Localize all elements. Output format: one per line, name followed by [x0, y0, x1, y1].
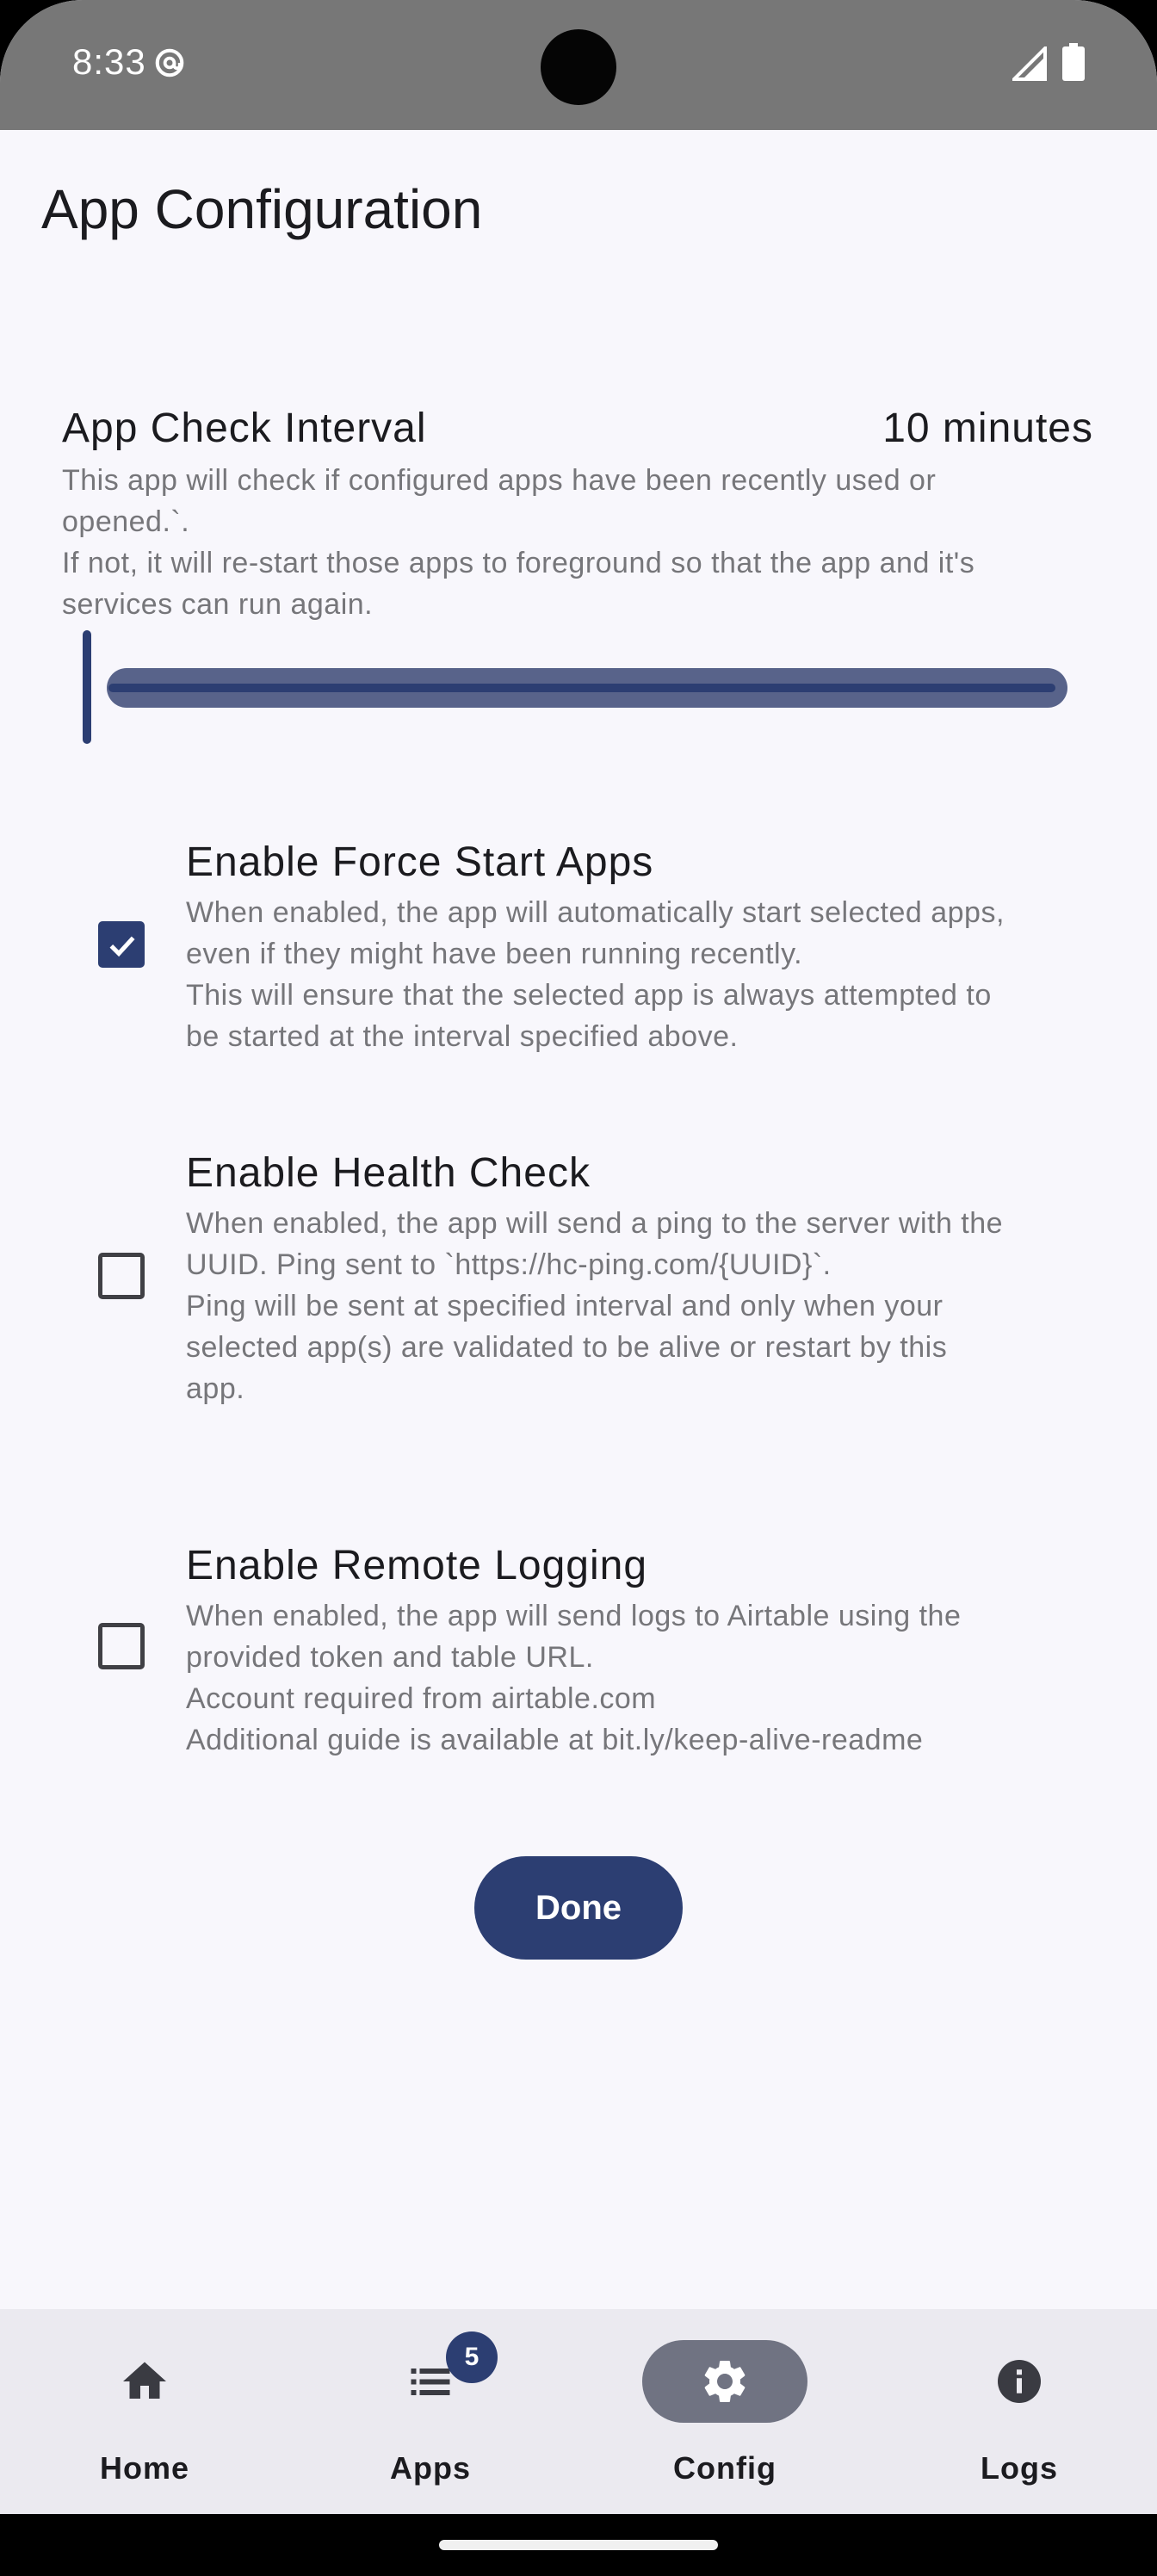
description-line: If not, it will re-start those apps to f…	[62, 547, 975, 579]
at-sign-icon	[155, 48, 184, 77]
option-title: Enable Remote Logging	[186, 1543, 648, 1588]
description-line: Additional guide is available at bit.ly/…	[186, 1724, 924, 1756]
nav-label: Home	[99, 2450, 190, 2486]
nav-label: Logs	[981, 2450, 1058, 2486]
interval-slider[interactable]	[83, 630, 1073, 747]
description-line: When enabled, the app will automatically…	[186, 896, 1005, 929]
option-description: When enabled, the app will automatically…	[186, 892, 1142, 1057]
apps-count-badge: 5	[446, 2331, 498, 2383]
status-time: 8:33	[72, 41, 146, 82]
page-title: App Configuration	[41, 178, 483, 240]
status-bar: 8:33	[0, 0, 1157, 130]
interval-title: App Check Interval	[62, 406, 427, 451]
nav-item-config[interactable]: Config	[580, 2309, 869, 2514]
option-description: When enabled, the app will send logs to …	[186, 1595, 1142, 1761]
nav-label: Config	[673, 2450, 776, 2486]
description-line: Account required from airtable.com	[186, 1682, 657, 1715]
description-line: selected app(s) are validated to be aliv…	[186, 1331, 948, 1364]
description-line: This will ensure that the selected app i…	[186, 979, 992, 1012]
bottom-navigation: Home 5 Apps Config Logs	[0, 2309, 1157, 2514]
description-line: be started at the interval specified abo…	[186, 1020, 739, 1053]
description-line: When enabled, the app will send a ping t…	[186, 1207, 1004, 1240]
done-button[interactable]: Done	[474, 1856, 683, 1960]
force-start-checkbox[interactable]	[98, 921, 145, 968]
description-line: app.	[186, 1372, 245, 1405]
option-title: Enable Force Start Apps	[186, 839, 654, 885]
home-indicator[interactable]	[439, 2540, 718, 2550]
camera-cutout	[541, 29, 616, 105]
option-description: When enabled, the app will send a ping t…	[186, 1203, 1142, 1409]
description-line: provided token and table URL.	[186, 1641, 594, 1674]
description-line: When enabled, the app will send logs to …	[186, 1600, 962, 1632]
nav-item-apps[interactable]: 5 Apps	[286, 2309, 575, 2514]
description-line: UUID. Ping sent to `https://hc-ping.com/…	[186, 1248, 832, 1281]
battery-icon	[1062, 43, 1085, 81]
remote-logging-checkbox[interactable]	[98, 1623, 145, 1669]
health-check-checkbox[interactable]	[98, 1253, 145, 1299]
interval-value: 10 minutes	[882, 406, 1093, 451]
home-icon	[123, 2362, 166, 2399]
signal-icon	[1012, 46, 1047, 81]
app-screen: 8:33 App Configuration App Check Interva…	[0, 0, 1157, 2576]
description-line: Ping will be sent at specified interval …	[186, 1290, 944, 1322]
option-title: Enable Health Check	[186, 1150, 591, 1196]
nav-item-logs[interactable]: Logs	[875, 2309, 1157, 2514]
checkmark-icon	[109, 936, 135, 957]
nav-item-home[interactable]: Home	[0, 2309, 289, 2514]
gear-icon	[704, 2361, 746, 2402]
slider-thumb[interactable]	[83, 630, 91, 744]
info-icon	[998, 2360, 1041, 2403]
slider-inactive-line	[108, 684, 1055, 692]
description-line: services can run again.	[62, 588, 374, 621]
nav-label: Apps	[390, 2450, 471, 2486]
description-line: This app will check if configured apps h…	[62, 464, 937, 497]
interval-description: This app will check if configured apps h…	[62, 460, 1112, 625]
description-line: even if they might have been running rec…	[186, 938, 803, 970]
description-line: opened.`.	[62, 505, 190, 538]
